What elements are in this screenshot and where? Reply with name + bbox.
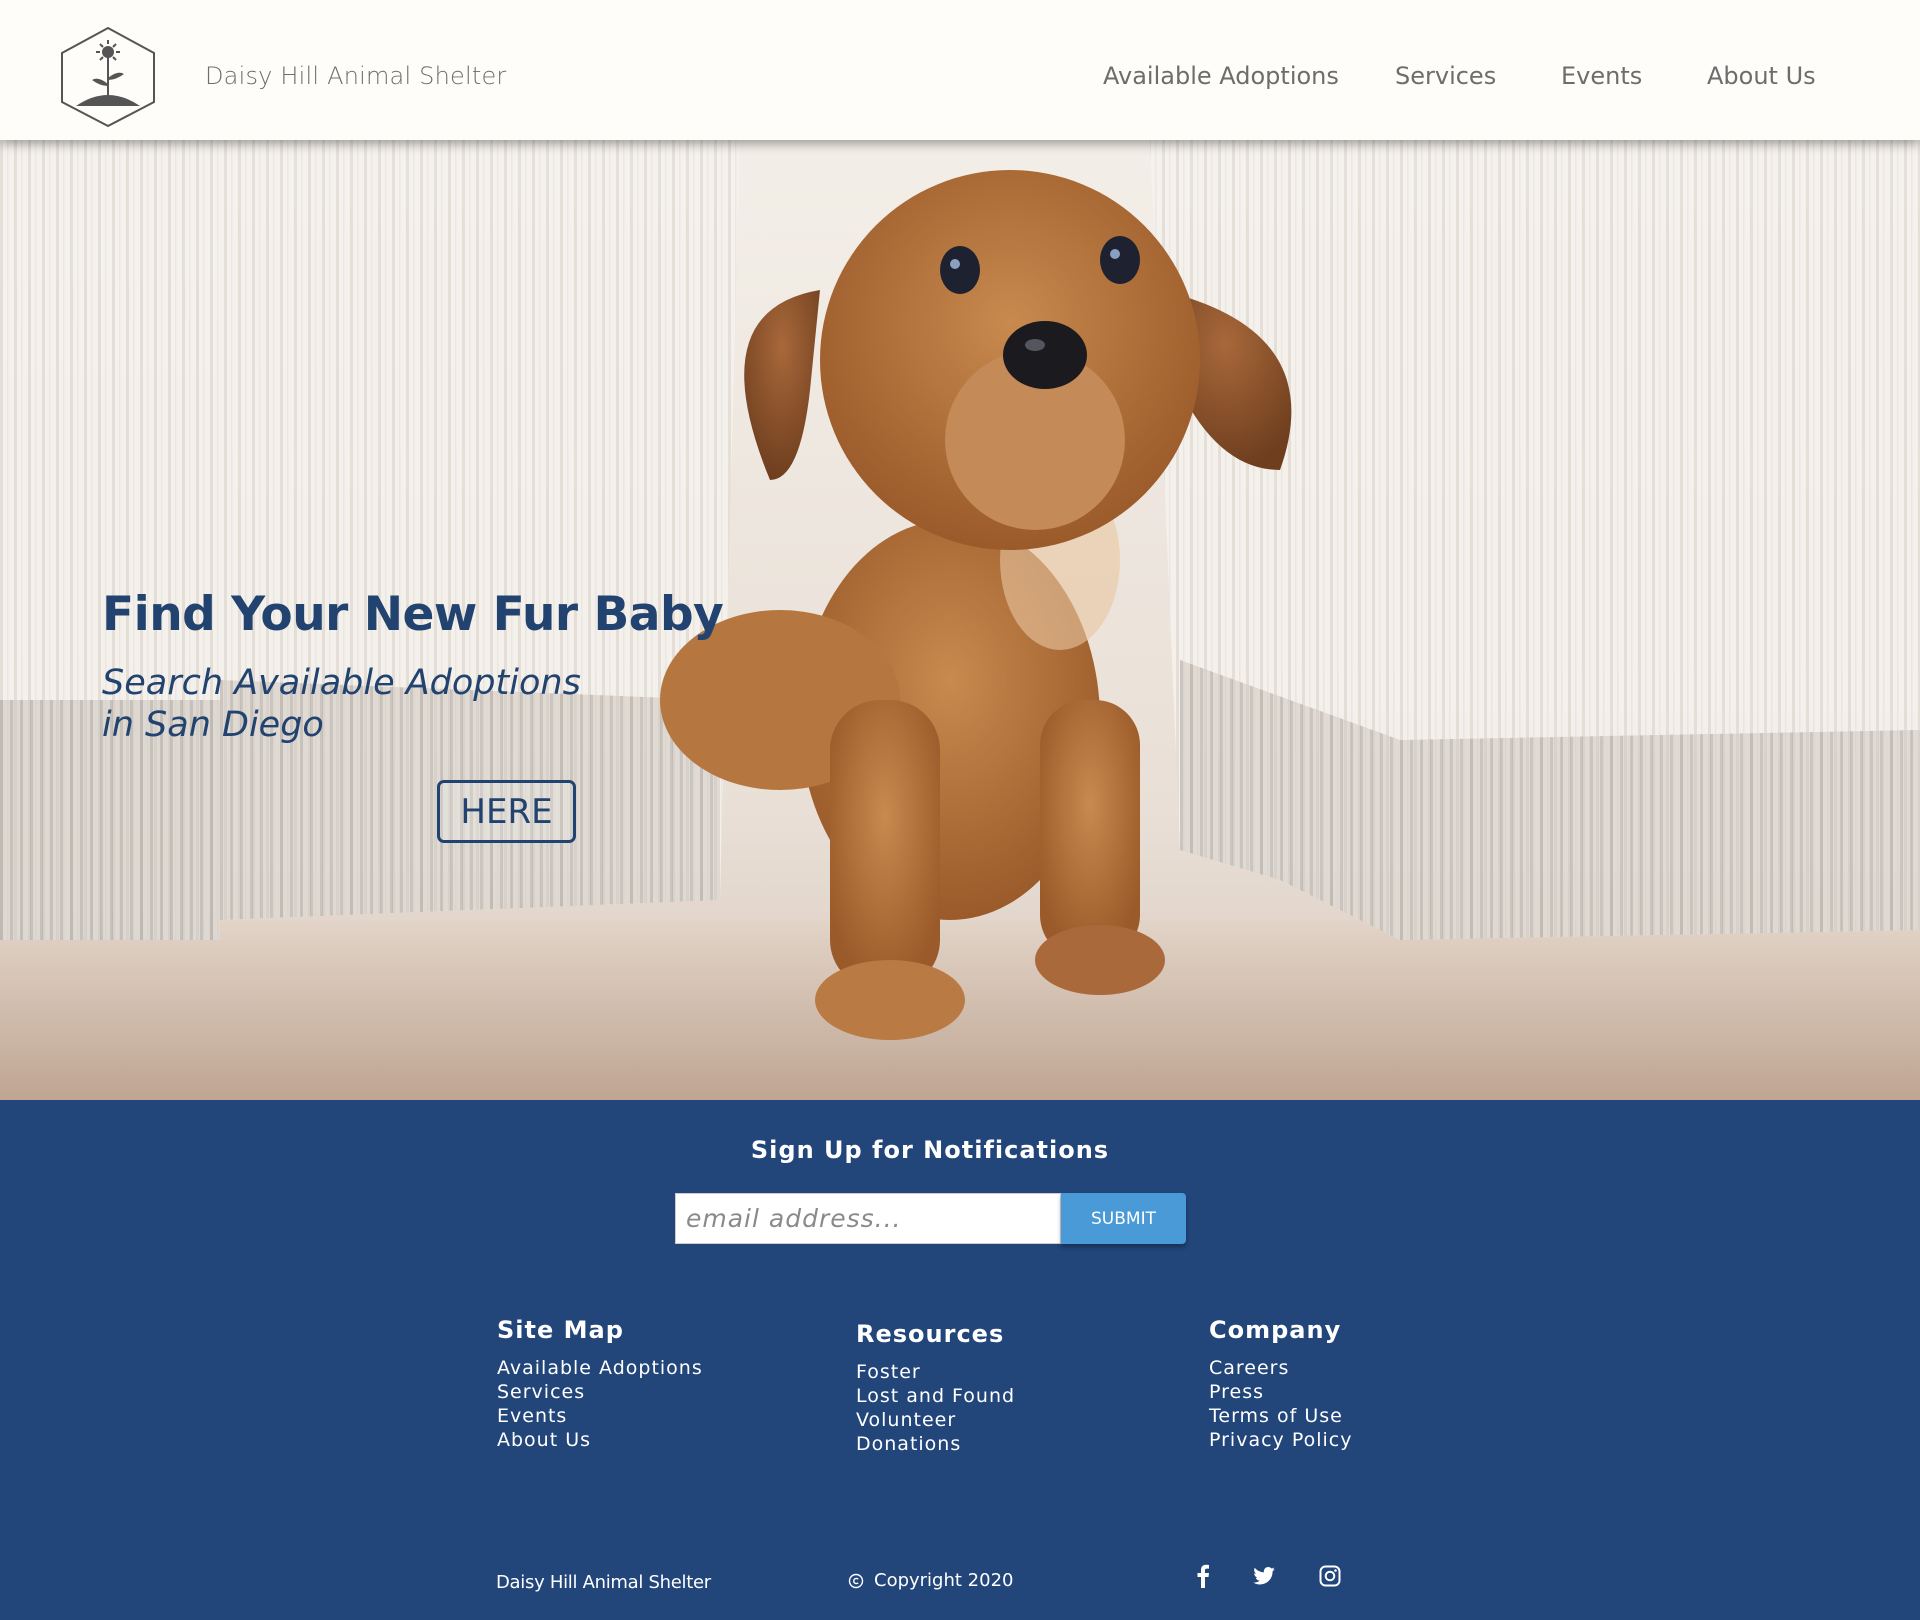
copyright-text: Copyright 2020	[874, 1570, 1014, 1591]
site-map-list: Available Adoptions Services Events Abou…	[497, 1356, 703, 1452]
nav-events[interactable]: Events	[1561, 62, 1642, 90]
copyright: Copyright 2020	[848, 1570, 1013, 1591]
instagram-icon[interactable]	[1316, 1562, 1344, 1590]
footer-link-foster[interactable]: Foster	[856, 1360, 1015, 1384]
brand-name[interactable]: Daisy Hill Animal Shelter	[205, 62, 506, 90]
footer-brand: Daisy Hill Animal Shelter	[496, 1572, 711, 1593]
footer-link-careers[interactable]: Careers	[1209, 1356, 1352, 1380]
nav-about-us[interactable]: About Us	[1707, 62, 1816, 90]
nav-services[interactable]: Services	[1395, 62, 1496, 90]
resources-title: Resources	[856, 1320, 1005, 1348]
site-footer: Sign Up for Notifications SUBMIT Site Ma…	[0, 1100, 1920, 1620]
hero-title: Find Your New Fur Baby	[102, 587, 724, 642]
footer-link-about-us[interactable]: About Us	[497, 1428, 703, 1452]
resources-list: Foster Lost and Found Volunteer Donation…	[856, 1360, 1015, 1456]
footer-link-available-adoptions[interactable]: Available Adoptions	[497, 1356, 703, 1380]
footer-link-terms-of-use[interactable]: Terms of Use	[1209, 1404, 1352, 1428]
company-title: Company	[1209, 1316, 1342, 1344]
facebook-icon[interactable]	[1189, 1562, 1217, 1590]
submit-button[interactable]: SUBMIT	[1061, 1193, 1186, 1244]
site-header: Daisy Hill Animal Shelter Available Adop…	[0, 0, 1920, 140]
nav-available-adoptions[interactable]: Available Adoptions	[1103, 62, 1339, 90]
footer-link-services[interactable]: Services	[497, 1380, 703, 1404]
company-list: Careers Press Terms of Use Privacy Polic…	[1209, 1356, 1352, 1452]
footer-link-volunteer[interactable]: Volunteer	[856, 1408, 1015, 1432]
footer-link-privacy-policy[interactable]: Privacy Policy	[1209, 1428, 1352, 1452]
signup-title: Sign Up for Notifications	[750, 1136, 1110, 1164]
hero-section: Find Your New Fur Baby Search Available …	[0, 140, 1920, 1100]
search-adoptions-button[interactable]: HERE	[437, 780, 576, 843]
twitter-icon[interactable]	[1250, 1562, 1278, 1590]
site-map-title: Site Map	[497, 1316, 624, 1344]
footer-link-donations[interactable]: Donations	[856, 1432, 1015, 1456]
shelter-logo[interactable]	[58, 26, 158, 128]
copyright-icon	[848, 1573, 864, 1588]
email-input[interactable]	[675, 1193, 1061, 1244]
footer-link-lost-and-found[interactable]: Lost and Found	[856, 1384, 1015, 1408]
footer-link-events[interactable]: Events	[497, 1404, 703, 1428]
footer-link-press[interactable]: Press	[1209, 1380, 1352, 1404]
hero-subtitle: Search Available Adoptions in San Diego	[102, 663, 581, 745]
